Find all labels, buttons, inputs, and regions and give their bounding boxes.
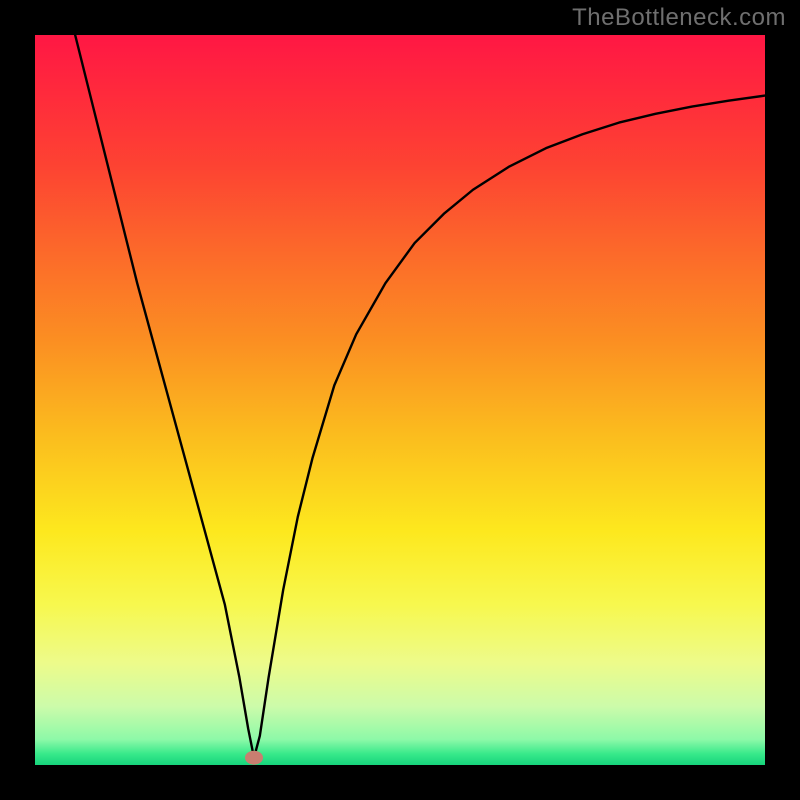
optimal-point-marker — [245, 751, 263, 765]
bottleneck-chart — [35, 35, 765, 765]
attribution-label: TheBottleneck.com — [572, 4, 786, 32]
chart-frame: TheBottleneck.com — [0, 0, 800, 800]
gradient-background — [35, 35, 765, 765]
